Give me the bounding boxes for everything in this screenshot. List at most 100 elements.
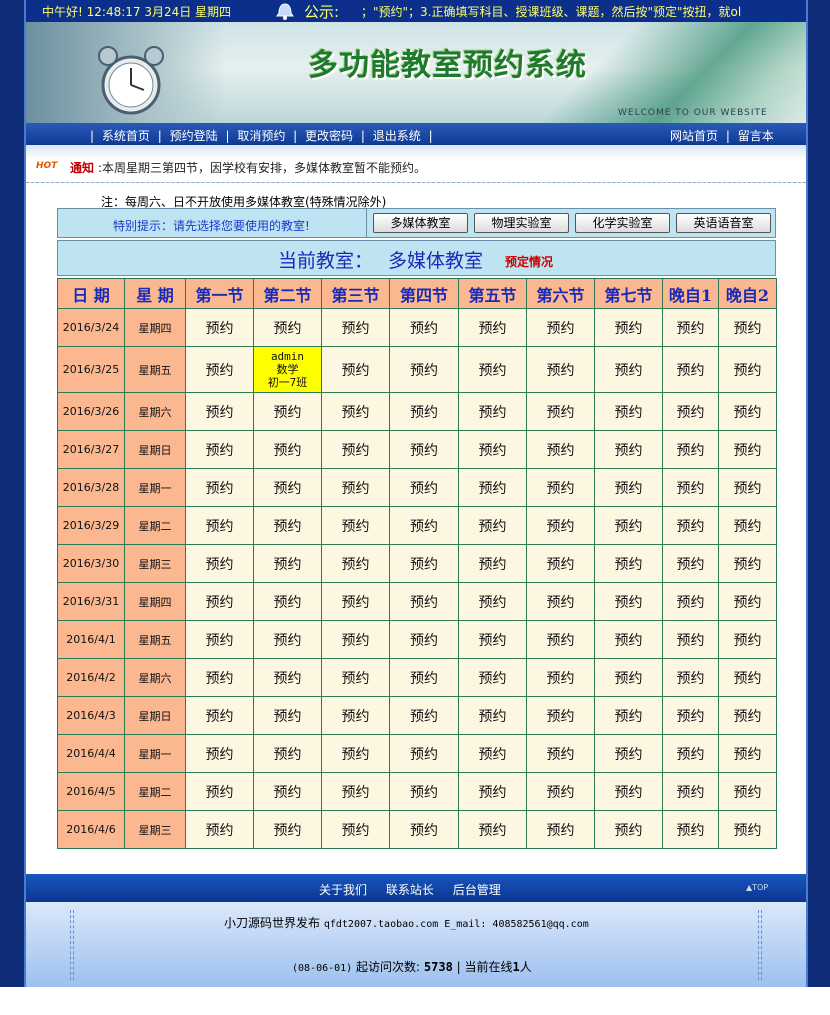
reserve-slot-button[interactable]: 预约 bbox=[253, 772, 322, 811]
reserve-slot-button[interactable]: 预约 bbox=[458, 696, 527, 735]
reserve-slot-button[interactable]: 预约 bbox=[526, 620, 595, 659]
reserve-slot-button[interactable]: 预约 bbox=[526, 468, 595, 507]
reserve-slot-button[interactable]: 预约 bbox=[253, 734, 322, 773]
room-button-physics[interactable]: 物理实验室 bbox=[474, 213, 569, 233]
reserve-slot-button[interactable]: 预约 bbox=[389, 582, 459, 621]
nav-guestbook[interactable]: 留言本 bbox=[738, 129, 774, 143]
reserve-slot-button[interactable]: 预约 bbox=[718, 734, 777, 773]
reserve-slot-button[interactable]: 预约 bbox=[718, 810, 777, 849]
footer-link-about[interactable]: 关于我们 bbox=[319, 883, 367, 897]
reserve-slot-button[interactable]: 预约 bbox=[718, 544, 777, 583]
reserve-slot-button[interactable]: 预约 bbox=[718, 308, 777, 347]
reserve-slot-button[interactable]: 预约 bbox=[662, 810, 719, 849]
reserve-slot-button[interactable]: 预约 bbox=[526, 506, 595, 545]
reserve-slot-button[interactable]: 预约 bbox=[594, 392, 663, 431]
reserve-slot-button[interactable]: 预约 bbox=[594, 506, 663, 545]
reserve-slot-button[interactable]: 预约 bbox=[526, 658, 595, 697]
room-button-english[interactable]: 英语语音室 bbox=[676, 213, 771, 233]
reserve-slot-button[interactable]: 预约 bbox=[526, 582, 595, 621]
reserve-slot-button[interactable]: 预约 bbox=[662, 346, 719, 393]
reserve-slot-button[interactable]: 预约 bbox=[526, 308, 595, 347]
reserve-slot-button[interactable]: 预约 bbox=[253, 582, 322, 621]
reserve-slot-button[interactable]: 预约 bbox=[321, 582, 390, 621]
reserve-slot-button[interactable]: 预约 bbox=[253, 620, 322, 659]
reserve-slot-button[interactable]: 预约 bbox=[594, 772, 663, 811]
reserve-slot-button[interactable]: 预约 bbox=[594, 620, 663, 659]
reserve-slot-button[interactable]: 预约 bbox=[594, 346, 663, 393]
reserve-slot-button[interactable]: 预约 bbox=[718, 506, 777, 545]
reserve-slot-button[interactable]: 预约 bbox=[458, 544, 527, 583]
nav-change-password[interactable]: 更改密码 bbox=[305, 129, 353, 143]
reserve-slot-button[interactable]: 预约 bbox=[662, 392, 719, 431]
reserve-slot-button[interactable]: 预约 bbox=[321, 346, 390, 393]
reserve-slot-button[interactable]: 预约 bbox=[458, 468, 527, 507]
reserve-slot-button[interactable]: 预约 bbox=[662, 430, 719, 469]
reserve-slot-button[interactable]: 预约 bbox=[185, 658, 254, 697]
reserve-slot-button[interactable]: 预约 bbox=[594, 696, 663, 735]
room-button-chemistry[interactable]: 化学实验室 bbox=[575, 213, 670, 233]
reserve-slot-button[interactable]: 预约 bbox=[321, 772, 390, 811]
reserve-slot-button[interactable]: 预约 bbox=[458, 772, 527, 811]
reserve-slot-button[interactable]: 预约 bbox=[458, 308, 527, 347]
reserve-slot-button[interactable]: 预约 bbox=[321, 392, 390, 431]
reserve-slot-button[interactable]: 预约 bbox=[662, 506, 719, 545]
footer-link-contact[interactable]: 联系站长 bbox=[386, 883, 434, 897]
reserve-slot-button[interactable]: 预约 bbox=[662, 696, 719, 735]
booking-status-link[interactable]: 预定情况 bbox=[505, 253, 553, 270]
reserve-slot-button[interactable]: 预约 bbox=[389, 468, 459, 507]
reserve-slot-button[interactable]: 预约 bbox=[321, 810, 390, 849]
footer-link-admin[interactable]: 后台管理 bbox=[453, 883, 501, 897]
reserve-slot-button[interactable]: 预约 bbox=[526, 810, 595, 849]
reserve-slot-button[interactable]: 预约 bbox=[594, 308, 663, 347]
reserve-slot-button[interactable]: 预约 bbox=[458, 582, 527, 621]
reserve-slot-button[interactable]: 预约 bbox=[185, 582, 254, 621]
reserve-slot-button[interactable]: 预约 bbox=[321, 308, 390, 347]
reserve-slot-button[interactable]: 预约 bbox=[718, 468, 777, 507]
reserve-slot-button[interactable]: 预约 bbox=[185, 308, 254, 347]
reserve-slot-button[interactable]: 预约 bbox=[321, 734, 390, 773]
reserve-slot-button[interactable]: 预约 bbox=[389, 734, 459, 773]
reserve-slot-button[interactable]: 预约 bbox=[185, 544, 254, 583]
reserve-slot-button[interactable]: 预约 bbox=[718, 620, 777, 659]
nav-home[interactable]: 系统首页 bbox=[102, 129, 150, 143]
reserve-slot-button[interactable]: 预约 bbox=[662, 620, 719, 659]
reserve-slot-button[interactable]: 预约 bbox=[662, 582, 719, 621]
reserve-slot-button[interactable]: 预约 bbox=[253, 308, 322, 347]
reserve-slot-button[interactable]: 预约 bbox=[526, 430, 595, 469]
reserve-slot-button[interactable]: 预约 bbox=[718, 582, 777, 621]
reserve-slot-button[interactable]: 预约 bbox=[253, 696, 322, 735]
reserve-slot-button[interactable]: 预约 bbox=[253, 658, 322, 697]
reserve-slot-button[interactable]: 预约 bbox=[718, 658, 777, 697]
reserve-slot-button[interactable]: 预约 bbox=[662, 658, 719, 697]
nav-login[interactable]: 预约登陆 bbox=[170, 129, 218, 143]
nav-logout[interactable]: 退出系统 bbox=[373, 129, 421, 143]
reserve-slot-button[interactable]: 预约 bbox=[185, 772, 254, 811]
reserve-slot-button[interactable]: 预约 bbox=[526, 346, 595, 393]
reserve-slot-button[interactable]: 预约 bbox=[458, 392, 527, 431]
reserve-slot-button[interactable]: 预约 bbox=[321, 544, 390, 583]
reserve-slot-button[interactable]: 预约 bbox=[321, 506, 390, 545]
reserve-slot-button[interactable]: 预约 bbox=[253, 810, 322, 849]
reserve-slot-button[interactable]: 预约 bbox=[185, 346, 254, 393]
reserve-slot-button[interactable]: 预约 bbox=[389, 308, 459, 347]
reserve-slot-button[interactable]: 预约 bbox=[718, 430, 777, 469]
reserve-slot-button[interactable]: 预约 bbox=[718, 346, 777, 393]
reserve-slot-button[interactable]: 预约 bbox=[321, 430, 390, 469]
reserve-slot-button[interactable]: 预约 bbox=[185, 810, 254, 849]
reserve-slot-button[interactable]: 预约 bbox=[389, 696, 459, 735]
nav-cancel-booking[interactable]: 取消预约 bbox=[237, 129, 285, 143]
reserve-slot-button[interactable]: 预约 bbox=[321, 468, 390, 507]
reserve-slot-button[interactable]: 预约 bbox=[389, 430, 459, 469]
reserve-slot-button[interactable]: 预约 bbox=[594, 582, 663, 621]
reserve-slot-button[interactable]: 预约 bbox=[594, 468, 663, 507]
reserve-slot-button[interactable]: 预约 bbox=[526, 392, 595, 431]
reserve-slot-button[interactable]: 预约 bbox=[458, 620, 527, 659]
reserve-slot-button[interactable]: 预约 bbox=[389, 772, 459, 811]
reserve-slot-button[interactable]: 预约 bbox=[321, 620, 390, 659]
reserve-slot-button[interactable]: 预约 bbox=[321, 658, 390, 697]
reserve-slot-button[interactable]: 预约 bbox=[185, 468, 254, 507]
reserve-slot-button[interactable]: 预约 bbox=[185, 734, 254, 773]
reserve-slot-button[interactable]: 预约 bbox=[594, 430, 663, 469]
reserve-slot-button[interactable]: 预约 bbox=[458, 506, 527, 545]
reserve-slot-button[interactable]: 预约 bbox=[526, 734, 595, 773]
